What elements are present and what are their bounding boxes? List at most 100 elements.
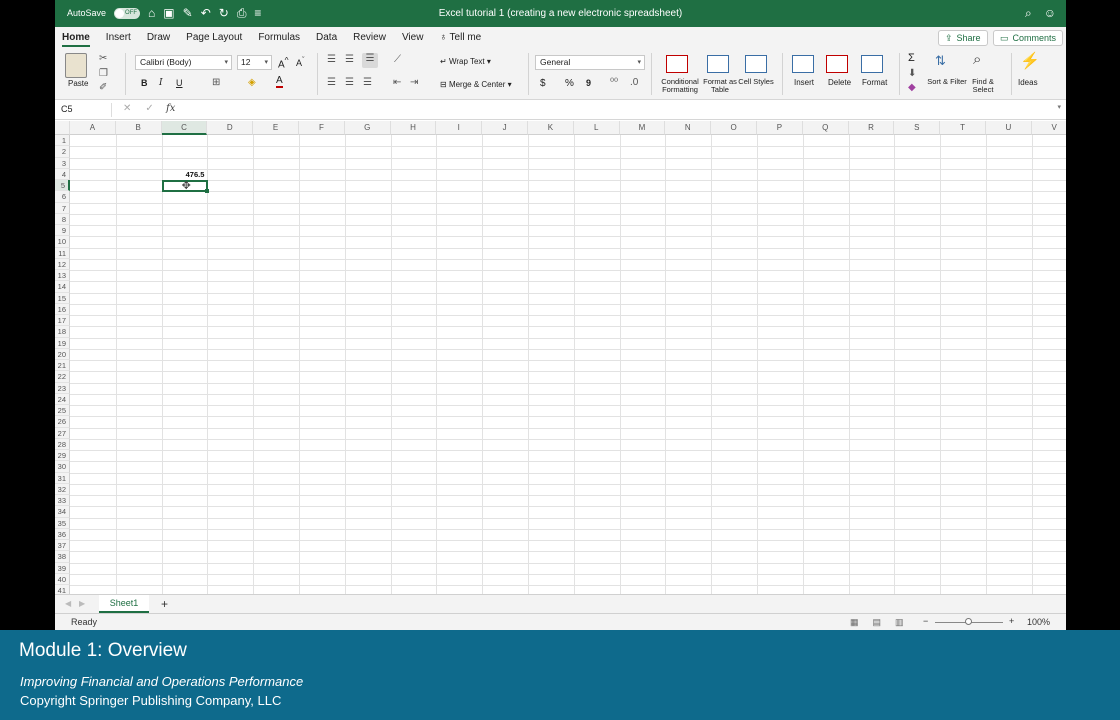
sheet-tab-sheet1[interactable]: Sheet1 (99, 595, 149, 613)
row-header-35[interactable]: 35 (55, 517, 70, 529)
zoom-slider-handle[interactable] (965, 618, 972, 625)
normal-view-icon[interactable]: ▦ (850, 617, 859, 628)
font-name-select[interactable]: Calibri (Body) ▾ (135, 55, 232, 70)
currency-button[interactable]: $ (540, 78, 546, 89)
paste-icon[interactable] (65, 53, 87, 78)
column-header-a[interactable]: A (70, 121, 116, 135)
increase-indent-icon[interactable]: ⇥ (410, 77, 418, 88)
decrease-font-icon[interactable]: Aˇ (296, 55, 305, 68)
row-header-10[interactable]: 10 (55, 236, 70, 248)
delete-cells-label[interactable]: Delete (828, 78, 851, 87)
align-left-icon[interactable]: ☰ (327, 77, 336, 88)
row-header-32[interactable]: 32 (55, 483, 70, 495)
italic-button[interactable]: I (159, 78, 163, 88)
align-center-icon[interactable]: ☰ (345, 77, 354, 88)
row-header-28[interactable]: 28 (55, 438, 70, 450)
column-header-c[interactable]: C (161, 121, 208, 135)
tab-home[interactable]: Home (62, 32, 90, 47)
row-header-18[interactable]: 18 (55, 326, 70, 338)
row-header-38[interactable]: 38 (55, 551, 70, 563)
row-header-20[interactable]: 20 (55, 348, 70, 360)
cut-icon[interactable]: ✂ (99, 53, 107, 64)
column-header-n[interactable]: N (665, 121, 712, 135)
row-header-1[interactable]: 1 (55, 135, 70, 147)
insert-cells-icon[interactable] (792, 55, 814, 73)
zoom-level[interactable]: 100% (1027, 617, 1050, 627)
prev-sheet-icon[interactable]: ◀ (65, 599, 71, 608)
format-cells-icon[interactable] (861, 55, 883, 73)
column-header-i[interactable]: I (436, 121, 483, 135)
borders-icon[interactable]: ⊞ (212, 77, 220, 88)
row-header-23[interactable]: 23 (55, 382, 70, 394)
row-header-14[interactable]: 14 (55, 281, 70, 293)
decrease-decimal-icon[interactable]: .0 (630, 77, 638, 88)
page-layout-view-icon[interactable]: ▤ (873, 617, 882, 628)
column-header-o[interactable]: O (711, 121, 757, 135)
tab-draw[interactable]: Draw (147, 32, 170, 43)
column-header-v[interactable]: V (1031, 121, 1066, 135)
find-search-icon[interactable]: ⌕ (973, 51, 981, 68)
row-header-36[interactable]: 36 (55, 528, 70, 540)
column-header-p[interactable]: P (757, 121, 803, 135)
align-top-icon[interactable]: ☰ (327, 54, 336, 65)
cell-styles-label[interactable]: Cell Styles (734, 78, 778, 86)
conditional-formatting-label[interactable]: Conditional Formatting (658, 78, 702, 94)
tab-page-layout[interactable]: Page Layout (186, 32, 242, 43)
row-header-25[interactable]: 25 (55, 405, 70, 417)
wrap-text-button[interactable]: ↵ Wrap Text ▾ (440, 57, 491, 66)
column-header-f[interactable]: F (299, 121, 345, 135)
confirm-icon[interactable]: ✓ (145, 103, 153, 114)
account-icon[interactable]: ☺ (1044, 6, 1056, 21)
font-size-select[interactable]: 12 ▾ (237, 55, 272, 70)
format-as-table-icon[interactable] (707, 55, 729, 73)
column-header-s[interactable]: S (894, 121, 941, 135)
row-header-13[interactable]: 13 (55, 270, 70, 282)
format-painter-icon[interactable]: ✐ (99, 82, 107, 93)
zoom-out-button[interactable]: − (923, 616, 928, 626)
row-header-21[interactable]: 21 (55, 360, 70, 372)
column-header-m[interactable]: M (619, 121, 666, 135)
autosum-icon[interactable]: Σ (908, 52, 915, 64)
row-header-27[interactable]: 27 (55, 427, 70, 439)
fill-icon[interactable]: ⬇ (908, 68, 916, 79)
underline-button[interactable]: U (176, 78, 183, 88)
row-header-39[interactable]: 39 (55, 562, 70, 574)
percent-button[interactable]: % (565, 78, 574, 89)
zoom-in-button[interactable]: + (1009, 616, 1014, 626)
row-header-40[interactable]: 40 (55, 573, 70, 585)
column-header-h[interactable]: H (390, 121, 437, 135)
copy-icon[interactable]: ❐ (99, 68, 108, 79)
row-header-31[interactable]: 31 (55, 472, 70, 484)
tab-formulas[interactable]: Formulas (258, 32, 300, 43)
row-header-5[interactable]: 5 (55, 180, 70, 192)
row-header-34[interactable]: 34 (55, 506, 70, 518)
sort-filter-icon[interactable]: ⇅ (935, 53, 946, 69)
row-header-15[interactable]: 15 (55, 292, 70, 304)
next-sheet-icon[interactable]: ▶ (79, 599, 85, 608)
ideas-lightning-icon[interactable]: ⚡ (1020, 51, 1040, 71)
row-header-2[interactable]: 2 (55, 146, 70, 158)
row-header-29[interactable]: 29 (55, 450, 70, 462)
row-header-8[interactable]: 8 (55, 213, 70, 225)
number-format-select[interactable]: General ▾ (535, 55, 645, 70)
column-header-b[interactable]: B (115, 121, 162, 135)
tell-me[interactable]: ♁ Tell me (439, 32, 481, 43)
font-color-icon[interactable]: A (276, 76, 283, 88)
column-header-e[interactable]: E (253, 121, 299, 135)
merge-center-button[interactable]: ⊟ Merge & Center ▾ (440, 80, 512, 89)
row-header-24[interactable]: 24 (55, 393, 70, 405)
cancel-icon[interactable]: ✕ (123, 103, 131, 114)
comments-button[interactable]: ▭ Comments (993, 30, 1064, 46)
conditional-formatting-icon[interactable] (666, 55, 688, 73)
row-header-33[interactable]: 33 (55, 495, 70, 507)
increase-font-icon[interactable]: A^ (278, 55, 289, 70)
increase-decimal-icon[interactable]: ⁰⁰ (610, 77, 618, 88)
row-header-3[interactable]: 3 (55, 157, 70, 169)
tab-view[interactable]: View (402, 32, 424, 43)
row-header-7[interactable]: 7 (55, 202, 70, 214)
column-header-k[interactable]: K (528, 121, 574, 135)
column-header-q[interactable]: Q (802, 121, 849, 135)
column-header-d[interactable]: D (207, 121, 254, 135)
search-icon[interactable]: ⌕ (1025, 6, 1032, 21)
fill-handle[interactable] (205, 189, 210, 194)
